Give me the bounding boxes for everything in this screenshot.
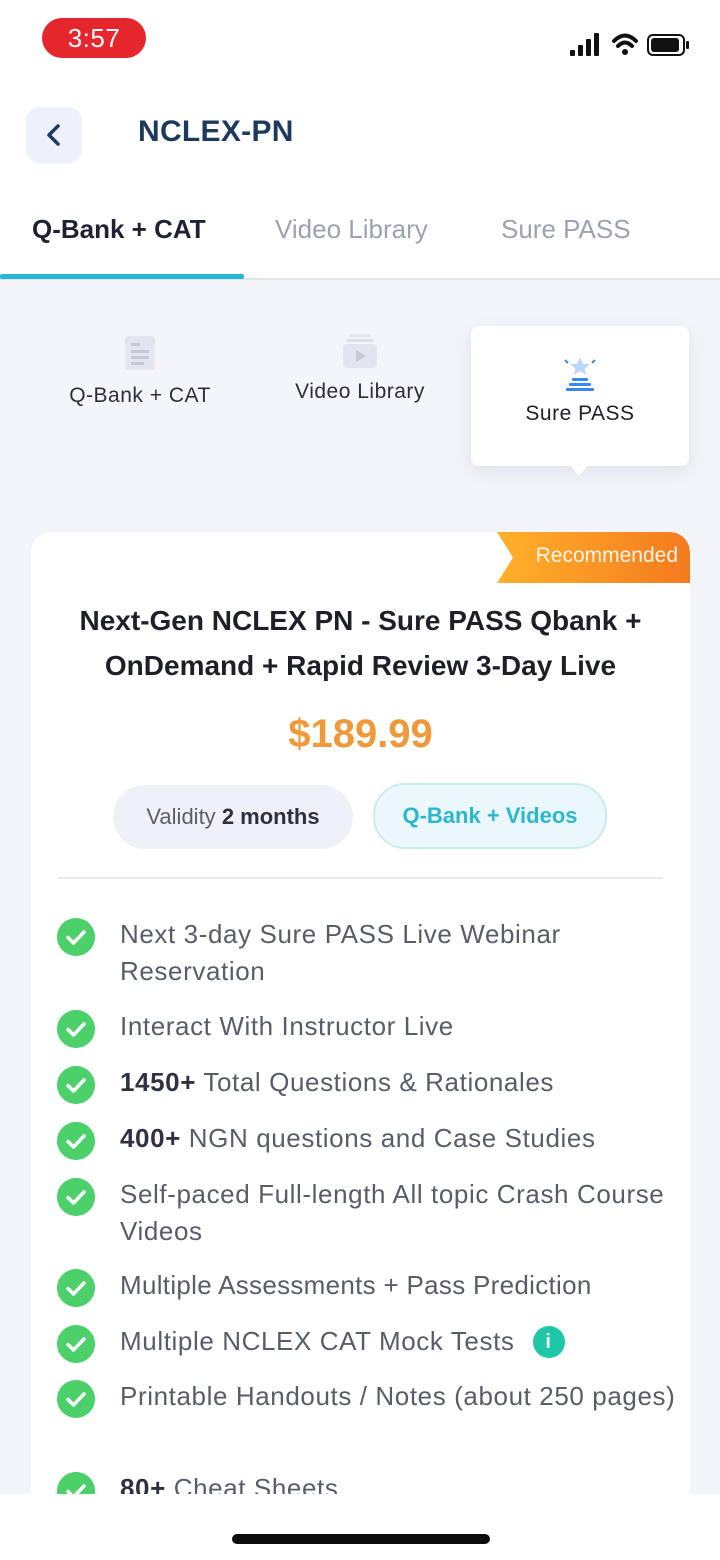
feature-text: 400+ NGN questions and Case Studies (120, 1123, 596, 1153)
tab-sure-pass[interactable]: Sure PASS (501, 214, 631, 245)
check-circle-icon (57, 1178, 95, 1216)
battery-icon (647, 34, 689, 56)
feature-item: Interact With Instructor Live (57, 1008, 667, 1052)
feature-item: Printable Handouts / Notes (about 250 pa… (57, 1378, 675, 1458)
validity-chip: Validity 2 months (113, 785, 353, 849)
divider (58, 877, 663, 879)
tab-video-library[interactable]: Video Library (275, 214, 428, 245)
check-circle-icon (57, 1066, 95, 1104)
bottom-safe-area (0, 1494, 720, 1560)
chevron-left-icon (47, 124, 60, 146)
status-time: 3:57 (42, 18, 146, 58)
info-icon[interactable]: i (532, 1326, 565, 1358)
plan-card[interactable]: Recommended Next-Gen NCLEX PN - Sure PAS… (31, 532, 690, 1512)
feature-text: Printable Handouts / Notes (about 250 pa… (120, 1381, 676, 1411)
feature-item: 400+ NGN questions and Case Studies (57, 1120, 667, 1164)
feature-item: Multiple Assessments + Pass Prediction (57, 1267, 667, 1311)
selected-caret (568, 463, 590, 476)
video-icon (343, 334, 377, 368)
switch-label: Video Library (295, 380, 425, 403)
feature-item: Multiple NCLEX CAT Mock Tests i (57, 1323, 667, 1367)
status-icons (570, 33, 689, 56)
feature-item: Self-paced Full-length All topic Crash C… (57, 1176, 667, 1256)
tab-bar: Q-Bank + CAT Video Library Sure PASS (0, 190, 720, 280)
cellular-signal-icon (570, 33, 599, 56)
document-icon (125, 336, 155, 370)
recommended-badge: Recommended (497, 532, 690, 583)
app-header: NCLEX-PN (0, 80, 720, 190)
podium-star-icon (564, 357, 596, 391)
feature-text: Self-paced Full-length All topic Crash C… (120, 1179, 665, 1246)
check-circle-icon (57, 1325, 95, 1363)
feature-item: 1450+ Total Questions & Rationales (57, 1064, 667, 1108)
check-circle-icon (57, 1269, 95, 1307)
switch-option-sure-pass[interactable]: Sure PASS (471, 326, 689, 466)
feature-text: Multiple Assessments + Pass Prediction (120, 1270, 592, 1300)
switch-label: Sure PASS (525, 402, 635, 425)
home-indicator[interactable] (232, 1534, 490, 1544)
check-circle-icon (57, 918, 95, 956)
feature-text: Interact With Instructor Live (120, 1011, 454, 1041)
check-circle-icon (57, 1010, 95, 1048)
feature-text: Next 3-day Sure PASS Live Webinar Reserv… (120, 919, 561, 986)
active-tab-indicator (0, 274, 244, 279)
switch-label: Q-Bank + CAT (69, 384, 211, 407)
switch-option-qbank-cat[interactable]: Q-Bank + CAT (40, 334, 240, 434)
validity-label: Validity (146, 804, 216, 829)
validity-value: 2 months (221, 804, 320, 829)
feature-item: Next 3-day Sure PASS Live Webinar Reserv… (57, 916, 667, 996)
check-circle-icon (57, 1380, 95, 1418)
wifi-icon (612, 33, 638, 55)
plan-price: $189.99 (288, 712, 433, 756)
tab-qbank-cat[interactable]: Q-Bank + CAT (32, 214, 206, 245)
feature-text: Multiple NCLEX CAT Mock Tests i (120, 1323, 680, 1360)
plan-type-chip: Q-Bank + Videos (373, 783, 607, 849)
status-bar: 3:57 (0, 0, 720, 80)
recommended-badge-label: Recommended (535, 544, 678, 567)
plan-title: Next-Gen NCLEX PN - Sure PASS Qbank + On… (79, 605, 642, 681)
page-title: NCLEX-PN (138, 115, 294, 148)
check-circle-icon (57, 1122, 95, 1160)
feature-text: 1450+ Total Questions & Rationales (120, 1067, 555, 1097)
back-button[interactable] (26, 107, 82, 163)
switch-option-video-library[interactable]: Video Library (262, 332, 458, 432)
